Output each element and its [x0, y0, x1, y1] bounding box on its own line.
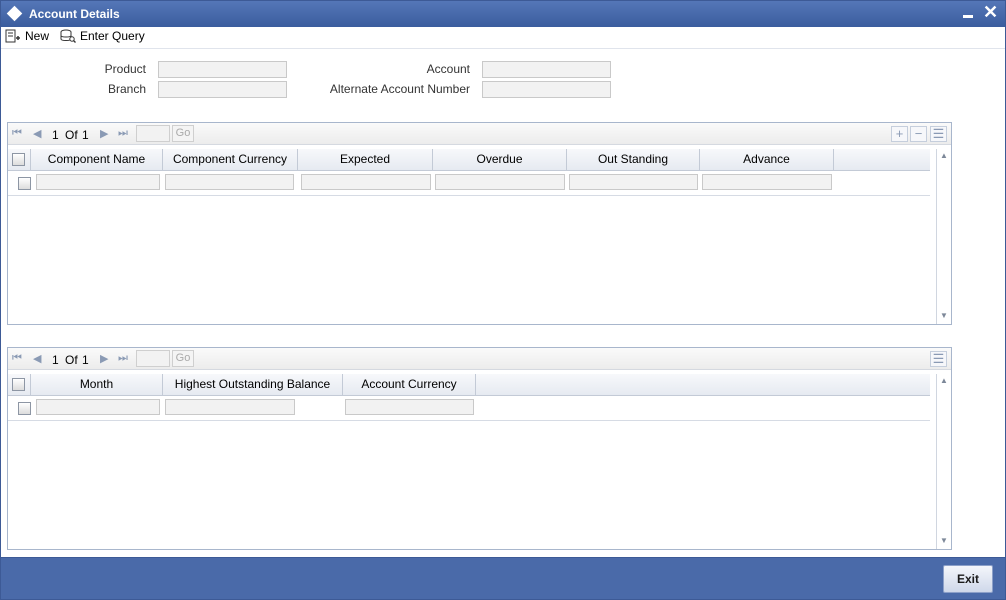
last-page-icon[interactable]: ⏭ [118, 127, 128, 140]
product-label: Product [104, 62, 146, 76]
of-label: Of [65, 353, 78, 367]
delete-row-icon[interactable]: − [910, 126, 927, 142]
window-title: Account Details [29, 7, 120, 21]
monthly-balance-grid-pager: ⏮ ◀ 1 Of 1 ▶ ⏭ Go ☰ [8, 348, 951, 370]
page-number-input[interactable] [136, 125, 170, 142]
account-details-window: Account Details ✕ New Enter Query Produc… [0, 0, 1006, 600]
branch-field[interactable] [158, 81, 287, 98]
row-checkbox[interactable] [18, 177, 31, 190]
column-header[interactable]: Component Currency [163, 149, 298, 170]
add-row-icon[interactable]: + [891, 126, 908, 142]
component-grid-scrollbar[interactable]: ▲ ▼ [936, 149, 950, 324]
total-pages: 1 [82, 353, 89, 367]
monthly-balance-grid-header: Month Highest Outstanding Balance Accoun… [8, 374, 930, 396]
account-label: Account [426, 62, 470, 76]
minimize-icon[interactable] [963, 15, 973, 18]
close-icon[interactable]: ✕ [983, 2, 998, 22]
new-document-icon [5, 29, 20, 43]
component-grid-pager: ⏮ ◀ 1 Of 1 ▶ ⏭ Go + − ☰ [8, 123, 951, 145]
table-row [8, 171, 930, 196]
component-grid-header: Component Name Component Currency Expect… [8, 149, 930, 171]
product-field[interactable] [158, 61, 287, 78]
new-button[interactable]: New [5, 29, 49, 43]
total-pages: 1 [82, 128, 89, 142]
footer-bar: Exit [1, 557, 1005, 599]
scroll-up-icon[interactable]: ▲ [940, 151, 948, 160]
alternate-account-number-label: Alternate Account Number [329, 82, 470, 96]
expected-cell[interactable] [301, 174, 431, 190]
enter-query-label: Enter Query [80, 29, 145, 43]
last-page-icon[interactable]: ⏭ [118, 352, 128, 365]
column-header[interactable]: Account Currency [343, 374, 476, 395]
select-all-checkbox[interactable] [12, 378, 25, 391]
column-header[interactable]: Out Standing [567, 149, 700, 170]
alternate-account-number-field[interactable] [482, 81, 611, 98]
account-currency-cell[interactable] [345, 399, 474, 415]
title-bar: Account Details ✕ [1, 1, 1005, 27]
exit-button[interactable]: Exit [943, 565, 993, 593]
column-header[interactable]: Advance [700, 149, 834, 170]
outstanding-cell[interactable] [569, 174, 698, 190]
current-page: 1 [52, 128, 59, 142]
monthly-balance-grid: ⏮ ◀ 1 Of 1 ▶ ⏭ Go ☰ Month Highest Outsta… [7, 347, 952, 550]
go-button[interactable]: Go [172, 125, 194, 142]
query-database-icon [60, 29, 76, 43]
of-label: Of [65, 128, 78, 142]
select-all-cell [8, 149, 31, 170]
previous-page-icon[interactable]: ◀ [33, 352, 41, 365]
go-button[interactable]: Go [172, 350, 194, 367]
app-diamond-icon [6, 5, 23, 22]
new-label: New [25, 29, 50, 43]
component-currency-cell[interactable] [165, 174, 294, 190]
next-page-icon[interactable]: ▶ [100, 352, 108, 365]
column-header[interactable]: Component Name [31, 149, 163, 170]
overdue-cell[interactable] [435, 174, 565, 190]
scroll-up-icon[interactable]: ▲ [940, 376, 948, 385]
scroll-down-icon[interactable]: ▼ [940, 536, 948, 545]
month-cell[interactable] [36, 399, 160, 415]
column-header[interactable]: Highest Outstanding Balance [163, 374, 343, 395]
toolbar: New Enter Query [1, 27, 1005, 49]
page-number-input[interactable] [136, 350, 170, 367]
select-all-checkbox[interactable] [12, 153, 25, 166]
column-header[interactable]: Overdue [433, 149, 567, 170]
single-record-view-icon[interactable]: ☰ [930, 126, 947, 142]
scroll-down-icon[interactable]: ▼ [940, 311, 948, 320]
column-header[interactable]: Expected [298, 149, 433, 170]
enter-query-button[interactable]: Enter Query [59, 29, 145, 43]
first-page-icon[interactable]: ⏮ [12, 352, 22, 365]
monthly-balance-grid-scrollbar[interactable]: ▲ ▼ [936, 374, 950, 549]
advance-cell[interactable] [702, 174, 832, 190]
previous-page-icon[interactable]: ◀ [33, 127, 41, 140]
account-field[interactable] [482, 61, 611, 78]
select-all-cell [8, 374, 31, 395]
table-row [8, 396, 930, 421]
column-header[interactable]: Month [31, 374, 163, 395]
first-page-icon[interactable]: ⏮ [12, 127, 22, 140]
component-name-cell[interactable] [36, 174, 160, 190]
row-checkbox[interactable] [18, 402, 31, 415]
component-grid: ⏮ ◀ 1 Of 1 ▶ ⏭ Go + − ☰ Component Name C… [7, 122, 952, 325]
highest-outstanding-balance-cell[interactable] [165, 399, 295, 415]
current-page: 1 [52, 353, 59, 367]
next-page-icon[interactable]: ▶ [100, 127, 108, 140]
branch-label: Branch [107, 82, 146, 96]
single-record-view-icon[interactable]: ☰ [930, 351, 947, 367]
